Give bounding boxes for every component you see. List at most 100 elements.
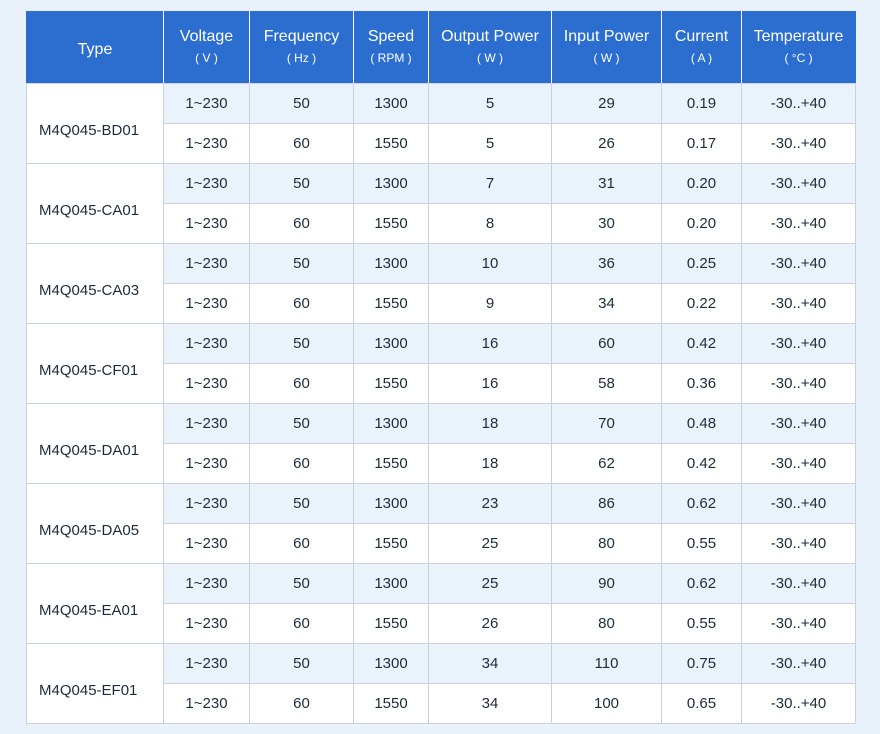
voltage-cell: 1~230 [163,363,250,404]
output-power-cell: 26 [428,603,552,644]
voltage-cell: 1~230 [163,403,250,444]
output-power-cell: 5 [428,123,552,164]
voltage-cell: 1~230 [163,523,250,564]
current-cell: 0.22 [661,283,742,324]
temperature-cell: -30..+40 [741,123,856,164]
input-power-cell: 30 [551,203,662,244]
frequency-cell: 60 [249,283,354,324]
frequency-cell: 60 [249,123,354,164]
frequency-cell: 60 [249,203,354,244]
header-temperature-unit: ( °C ) [784,51,813,65]
model-type-cell: M4Q045-CA03 [26,243,164,324]
frequency-cell: 60 [249,443,354,484]
header-output-power-label: Output Power [441,28,539,45]
output-power-cell: 34 [428,683,552,724]
speed-cell: 1300 [353,163,429,204]
frequency-cell: 50 [249,243,354,284]
header-frequency-unit: ( Hz ) [286,51,317,65]
header-type: Type [26,11,164,84]
model-type-cell: M4Q045-CA01 [26,163,164,244]
speed-cell: 1300 [353,403,429,444]
table-row: M4Q045-EF01 1~230 50 1300 34 110 0.75 -30..+40 [26,643,856,724]
header-output-power: Output Power ( W ) [428,11,552,84]
table-row: M4Q045-DA01 1~230 50 1300 18 70 0.48 -30..+40 [26,403,856,484]
voltage-cell: 1~230 [163,323,250,364]
frequency-cell: 50 [249,323,354,364]
table-row: M4Q045-CA01 1~230 50 1300 7 31 0.20 -30..+40 [26,163,856,244]
frequency-cell: 50 [249,403,354,444]
voltage-cell: 1~230 [163,563,250,604]
output-power-cell: 23 [428,483,552,524]
current-cell: 0.62 [661,483,742,524]
header-voltage-unit: ( V ) [195,51,218,65]
header-temperature: Temperature ( °C ) [741,11,856,84]
frequency-cell: 60 [249,603,354,644]
output-power-cell: 9 [428,283,552,324]
model-type-cell: M4Q045-EF01 [26,643,164,724]
temperature-cell: -30..+40 [741,203,856,244]
output-power-cell: 25 [428,523,552,564]
input-power-cell: 29 [551,83,662,124]
model-type-cell: M4Q045-EA01 [26,563,164,644]
table-body: M4Q045-BD01 1~230 50 1300 5 29 0.19 -30..+40 1~2… [26,83,856,724]
input-power-cell: 26 [551,123,662,164]
input-power-cell: 90 [551,563,662,604]
header-voltage-label: Voltage [179,28,234,45]
voltage-cell: 1~230 [163,163,250,204]
header-current-label: Current [674,28,729,45]
current-cell: 0.19 [661,83,742,124]
output-power-cell: 18 [428,403,552,444]
voltage-cell: 1~230 [163,123,250,164]
voltage-cell: 1~230 [163,683,250,724]
header-speed-label: Speed [367,28,415,45]
speed-cell: 1550 [353,203,429,244]
temperature-cell: -30..+40 [741,283,856,324]
table-header-row: Type Voltage ( V ) Frequency ( Hz ) Spee… [26,11,856,84]
header-frequency: Frequency ( Hz ) [249,11,354,84]
current-cell: 0.48 [661,403,742,444]
header-frequency-label: Frequency [263,28,340,45]
frequency-cell: 50 [249,563,354,604]
current-cell: 0.25 [661,243,742,284]
input-power-cell: 34 [551,283,662,324]
temperature-cell: -30..+40 [741,683,856,724]
frequency-cell: 60 [249,683,354,724]
voltage-cell: 1~230 [163,83,250,124]
output-power-cell: 5 [428,83,552,124]
header-input-power: Input Power ( W ) [551,11,662,84]
voltage-cell: 1~230 [163,203,250,244]
header-output-power-unit: ( W ) [477,51,503,65]
current-cell: 0.42 [661,443,742,484]
frequency-cell: 60 [249,523,354,564]
temperature-cell: -30..+40 [741,163,856,204]
temperature-cell: -30..+40 [741,363,856,404]
temperature-cell: -30..+40 [741,523,856,564]
speed-cell: 1300 [353,243,429,284]
speed-cell: 1300 [353,643,429,684]
output-power-cell: 25 [428,563,552,604]
table-row: M4Q045-BD01 1~230 50 1300 5 29 0.19 -30..+40 [26,83,856,164]
input-power-cell: 36 [551,243,662,284]
input-power-cell: 80 [551,523,662,564]
voltage-cell: 1~230 [163,243,250,284]
speed-cell: 1550 [353,443,429,484]
temperature-cell: -30..+40 [741,403,856,444]
model-type-cell: M4Q045-CF01 [26,323,164,404]
voltage-cell: 1~230 [163,603,250,644]
speed-cell: 1550 [353,603,429,644]
header-speed-unit: ( RPM ) [370,51,412,65]
input-power-cell: 86 [551,483,662,524]
current-cell: 0.20 [661,163,742,204]
temperature-cell: -30..+40 [741,643,856,684]
speed-cell: 1550 [353,523,429,564]
spec-table-container: Type Voltage ( V ) Frequency ( Hz ) Spee… [26,11,856,724]
speed-cell: 1300 [353,323,429,364]
model-type-cell: M4Q045-BD01 [26,83,164,164]
current-cell: 0.20 [661,203,742,244]
model-type-cell: M4Q045-DA05 [26,483,164,564]
current-cell: 0.65 [661,683,742,724]
temperature-cell: -30..+40 [741,603,856,644]
output-power-cell: 7 [428,163,552,204]
table-row: M4Q045-CA03 1~230 50 1300 10 36 0.25 -30..+40 [26,243,856,324]
input-power-cell: 80 [551,603,662,644]
